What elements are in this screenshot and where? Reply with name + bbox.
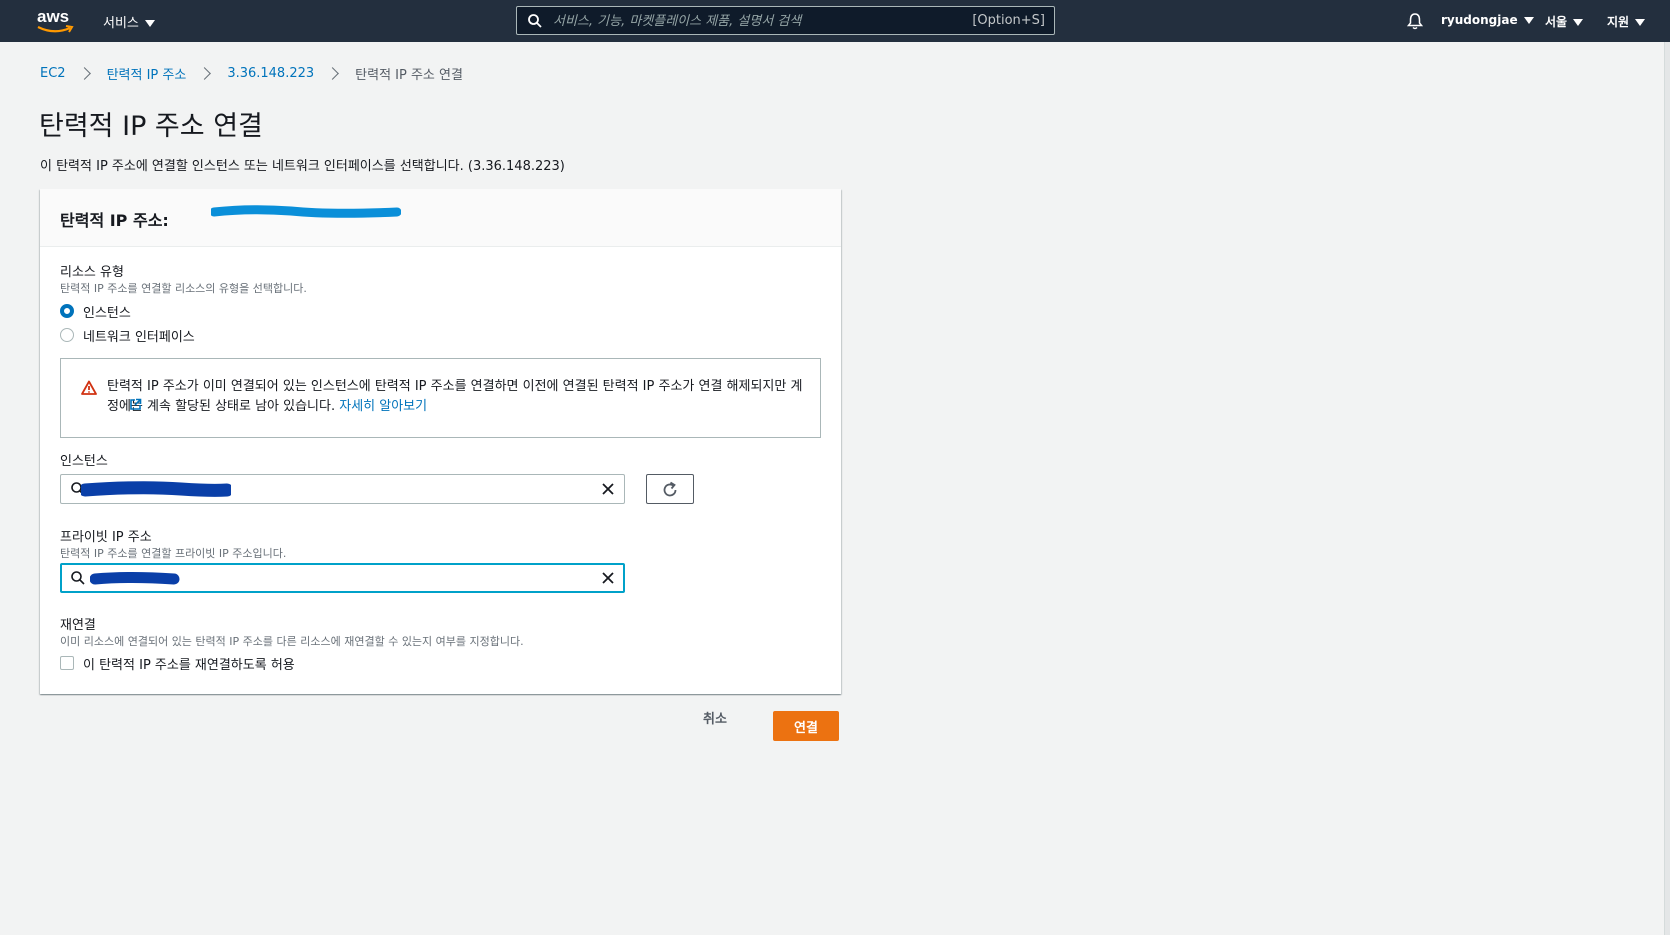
- services-menu[interactable]: 서비스: [103, 12, 155, 31]
- search-input[interactable]: [551, 10, 955, 33]
- external-link-icon: [130, 398, 142, 410]
- reassociate-checkbox-label[interactable]: 이 탄력적 IP 주소를 재연결하도록 허용: [83, 654, 295, 673]
- radio-network-interface[interactable]: [60, 328, 74, 342]
- reassociate-description: 이미 리소스에 연결되어 있는 탄력적 IP 주소를 다른 리소스에 재연결할 …: [60, 635, 524, 648]
- redacted-instance-scribble: [81, 481, 231, 497]
- panel-title: 탄력적 IP 주소:: [60, 211, 169, 230]
- breadcrumb-elastic-ips[interactable]: 탄력적 IP 주소: [107, 64, 187, 83]
- instance-select[interactable]: [60, 474, 625, 504]
- radio-instance-label[interactable]: 인스턴스: [83, 302, 131, 321]
- alert-text-block: 탄력적 IP 주소가 이미 연결되어 있는 인스턴스에 탄력적 IP 주소를 연…: [107, 377, 807, 417]
- aws-logo[interactable]: aws: [36, 7, 76, 35]
- learn-more-link[interactable]: 자세히 알아보기: [130, 398, 427, 414]
- chevron-right-icon: [198, 67, 212, 80]
- page-description: 이 탄력적 IP 주소에 연결할 인스턴스 또는 네트워크 인터페이스를 선택합…: [40, 159, 565, 174]
- warning-icon: [81, 380, 97, 395]
- search-shortcut: [Option+S]: [972, 13, 1045, 28]
- breadcrumb: EC2 탄력적 IP 주소 3.36.148.223 탄력적 IP 주소 연결: [40, 64, 463, 83]
- resource-type-label: 리소스 유형: [60, 265, 124, 280]
- aws-smile-icon: [37, 25, 74, 33]
- refresh-button[interactable]: [646, 474, 694, 504]
- region-menu[interactable]: 서울: [1545, 13, 1584, 30]
- clear-icon[interactable]: [601, 482, 615, 496]
- page-title: 탄력적 IP 주소 연결: [39, 111, 263, 142]
- redacted-private-ip-scribble: [90, 572, 180, 585]
- search-icon: [528, 14, 542, 28]
- top-nav: aws 서비스 [Option+S] ryudongjae 서울 지원: [0, 0, 1670, 42]
- notification-bell-icon[interactable]: [1407, 12, 1423, 30]
- instance-label: 인스턴스: [60, 454, 108, 469]
- radio-network-interface-label[interactable]: 네트워크 인터페이스: [83, 326, 195, 345]
- private-ip-label: 프라이빗 IP 주소: [60, 530, 152, 545]
- user-menu[interactable]: ryudongjae: [1441, 13, 1534, 27]
- search-icon: [71, 571, 85, 585]
- reassociate-checkbox[interactable]: [60, 656, 74, 670]
- redacted-ip-scribble: [211, 205, 401, 218]
- breadcrumb-current: 탄력적 IP 주소 연결: [355, 68, 463, 83]
- scrollbar-track[interactable]: [1664, 42, 1670, 935]
- clear-icon[interactable]: [601, 571, 615, 585]
- caret-down-icon: [144, 20, 155, 27]
- caret-down-icon: [1523, 17, 1534, 24]
- caret-down-icon: [1573, 19, 1584, 26]
- panel-header: 탄력적 IP 주소:: [40, 189, 841, 247]
- search-bar[interactable]: [Option+S]: [516, 6, 1055, 35]
- support-menu[interactable]: 지원: [1607, 13, 1646, 30]
- radio-instance[interactable]: [60, 304, 74, 318]
- warning-alert: 탄력적 IP 주소가 이미 연결되어 있는 인스턴스에 탄력적 IP 주소를 연…: [60, 358, 821, 438]
- associate-panel: 탄력적 IP 주소: 리소스 유형 탄력적 IP 주소를 연결할 리소스의 유형…: [40, 189, 841, 694]
- cancel-button[interactable]: 취소: [703, 708, 727, 727]
- chevron-right-icon: [326, 67, 340, 80]
- private-ip-select[interactable]: [60, 563, 625, 593]
- chevron-right-icon: [77, 67, 91, 80]
- refresh-icon: [663, 481, 677, 497]
- reassociate-label: 재연결: [60, 618, 96, 633]
- private-ip-description: 탄력적 IP 주소를 연결할 프라이빗 IP 주소입니다.: [60, 547, 287, 560]
- breadcrumb-ip-address[interactable]: 3.36.148.223: [227, 66, 314, 81]
- breadcrumb-ec2[interactable]: EC2: [40, 66, 66, 81]
- resource-type-description: 탄력적 IP 주소를 연결할 리소스의 유형을 선택합니다.: [60, 282, 307, 295]
- caret-down-icon: [1635, 19, 1646, 26]
- alert-text: 탄력적 IP 주소가 이미 연결되어 있는 인스턴스에 탄력적 IP 주소를 연…: [107, 379, 803, 414]
- connect-button[interactable]: 연결: [773, 711, 839, 741]
